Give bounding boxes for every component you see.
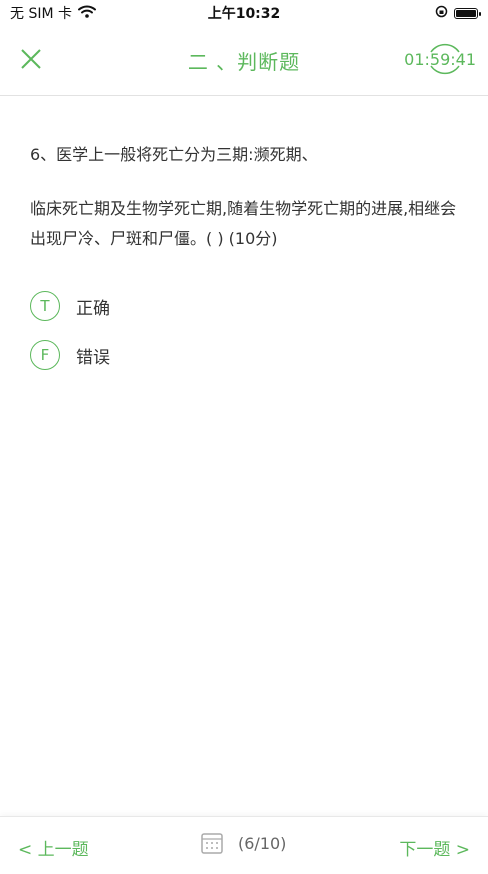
option-false[interactable]: F 错误 — [30, 339, 110, 371]
option-letter-badge: T — [30, 291, 60, 321]
timer-text: 01:59:41 — [404, 50, 476, 69]
option-true[interactable]: T 正确 — [30, 290, 110, 322]
carrier-label: 无 SIM 卡 — [10, 6, 72, 22]
wifi-icon — [78, 5, 96, 22]
next-question-button[interactable]: 下一题 > — [399, 835, 470, 860]
option-label: 错误 — [76, 347, 110, 368]
status-right — [435, 5, 481, 22]
answer-options: T 正确 F 错误 — [30, 290, 110, 388]
battery-icon — [454, 7, 481, 19]
answer-sheet-icon — [201, 833, 223, 854]
option-letter-badge: F — [30, 340, 60, 370]
nav-bar: 二 、判断题 01:59:41 — [0, 26, 488, 96]
status-bar: 无 SIM 卡 上午10:32 — [0, 0, 488, 26]
question-line-2: 临床死亡期及生物学死亡期,随着生物学死亡期的进展,相继会出现尸冷、尸斑和尸僵。(… — [30, 199, 457, 248]
option-label: 正确 — [76, 298, 110, 319]
question-counter[interactable]: (6/10) — [200, 831, 286, 855]
question-text: 6、医学上一般将死亡分为三期:濒死期、 临床死亡期及生物学死亡期,随着生物学死亡… — [30, 140, 460, 254]
orientation-lock-icon — [435, 5, 448, 22]
prev-question-button[interactable]: < 上一题 — [18, 835, 89, 860]
quiz-screen: 无 SIM 卡 上午10:32 二 、判断题 01:59:41 6、医学上一般将… — [0, 0, 488, 874]
countdown-timer: 01:59:41 — [404, 38, 476, 80]
question-line-1: 6、医学上一般将死亡分为三期:濒死期、 — [30, 145, 318, 164]
bottom-bar: < 上一题 (6/10) 下一题 > — [0, 816, 488, 874]
counter-text: (6/10) — [238, 833, 287, 853]
status-left: 无 SIM 卡 — [10, 3, 96, 23]
